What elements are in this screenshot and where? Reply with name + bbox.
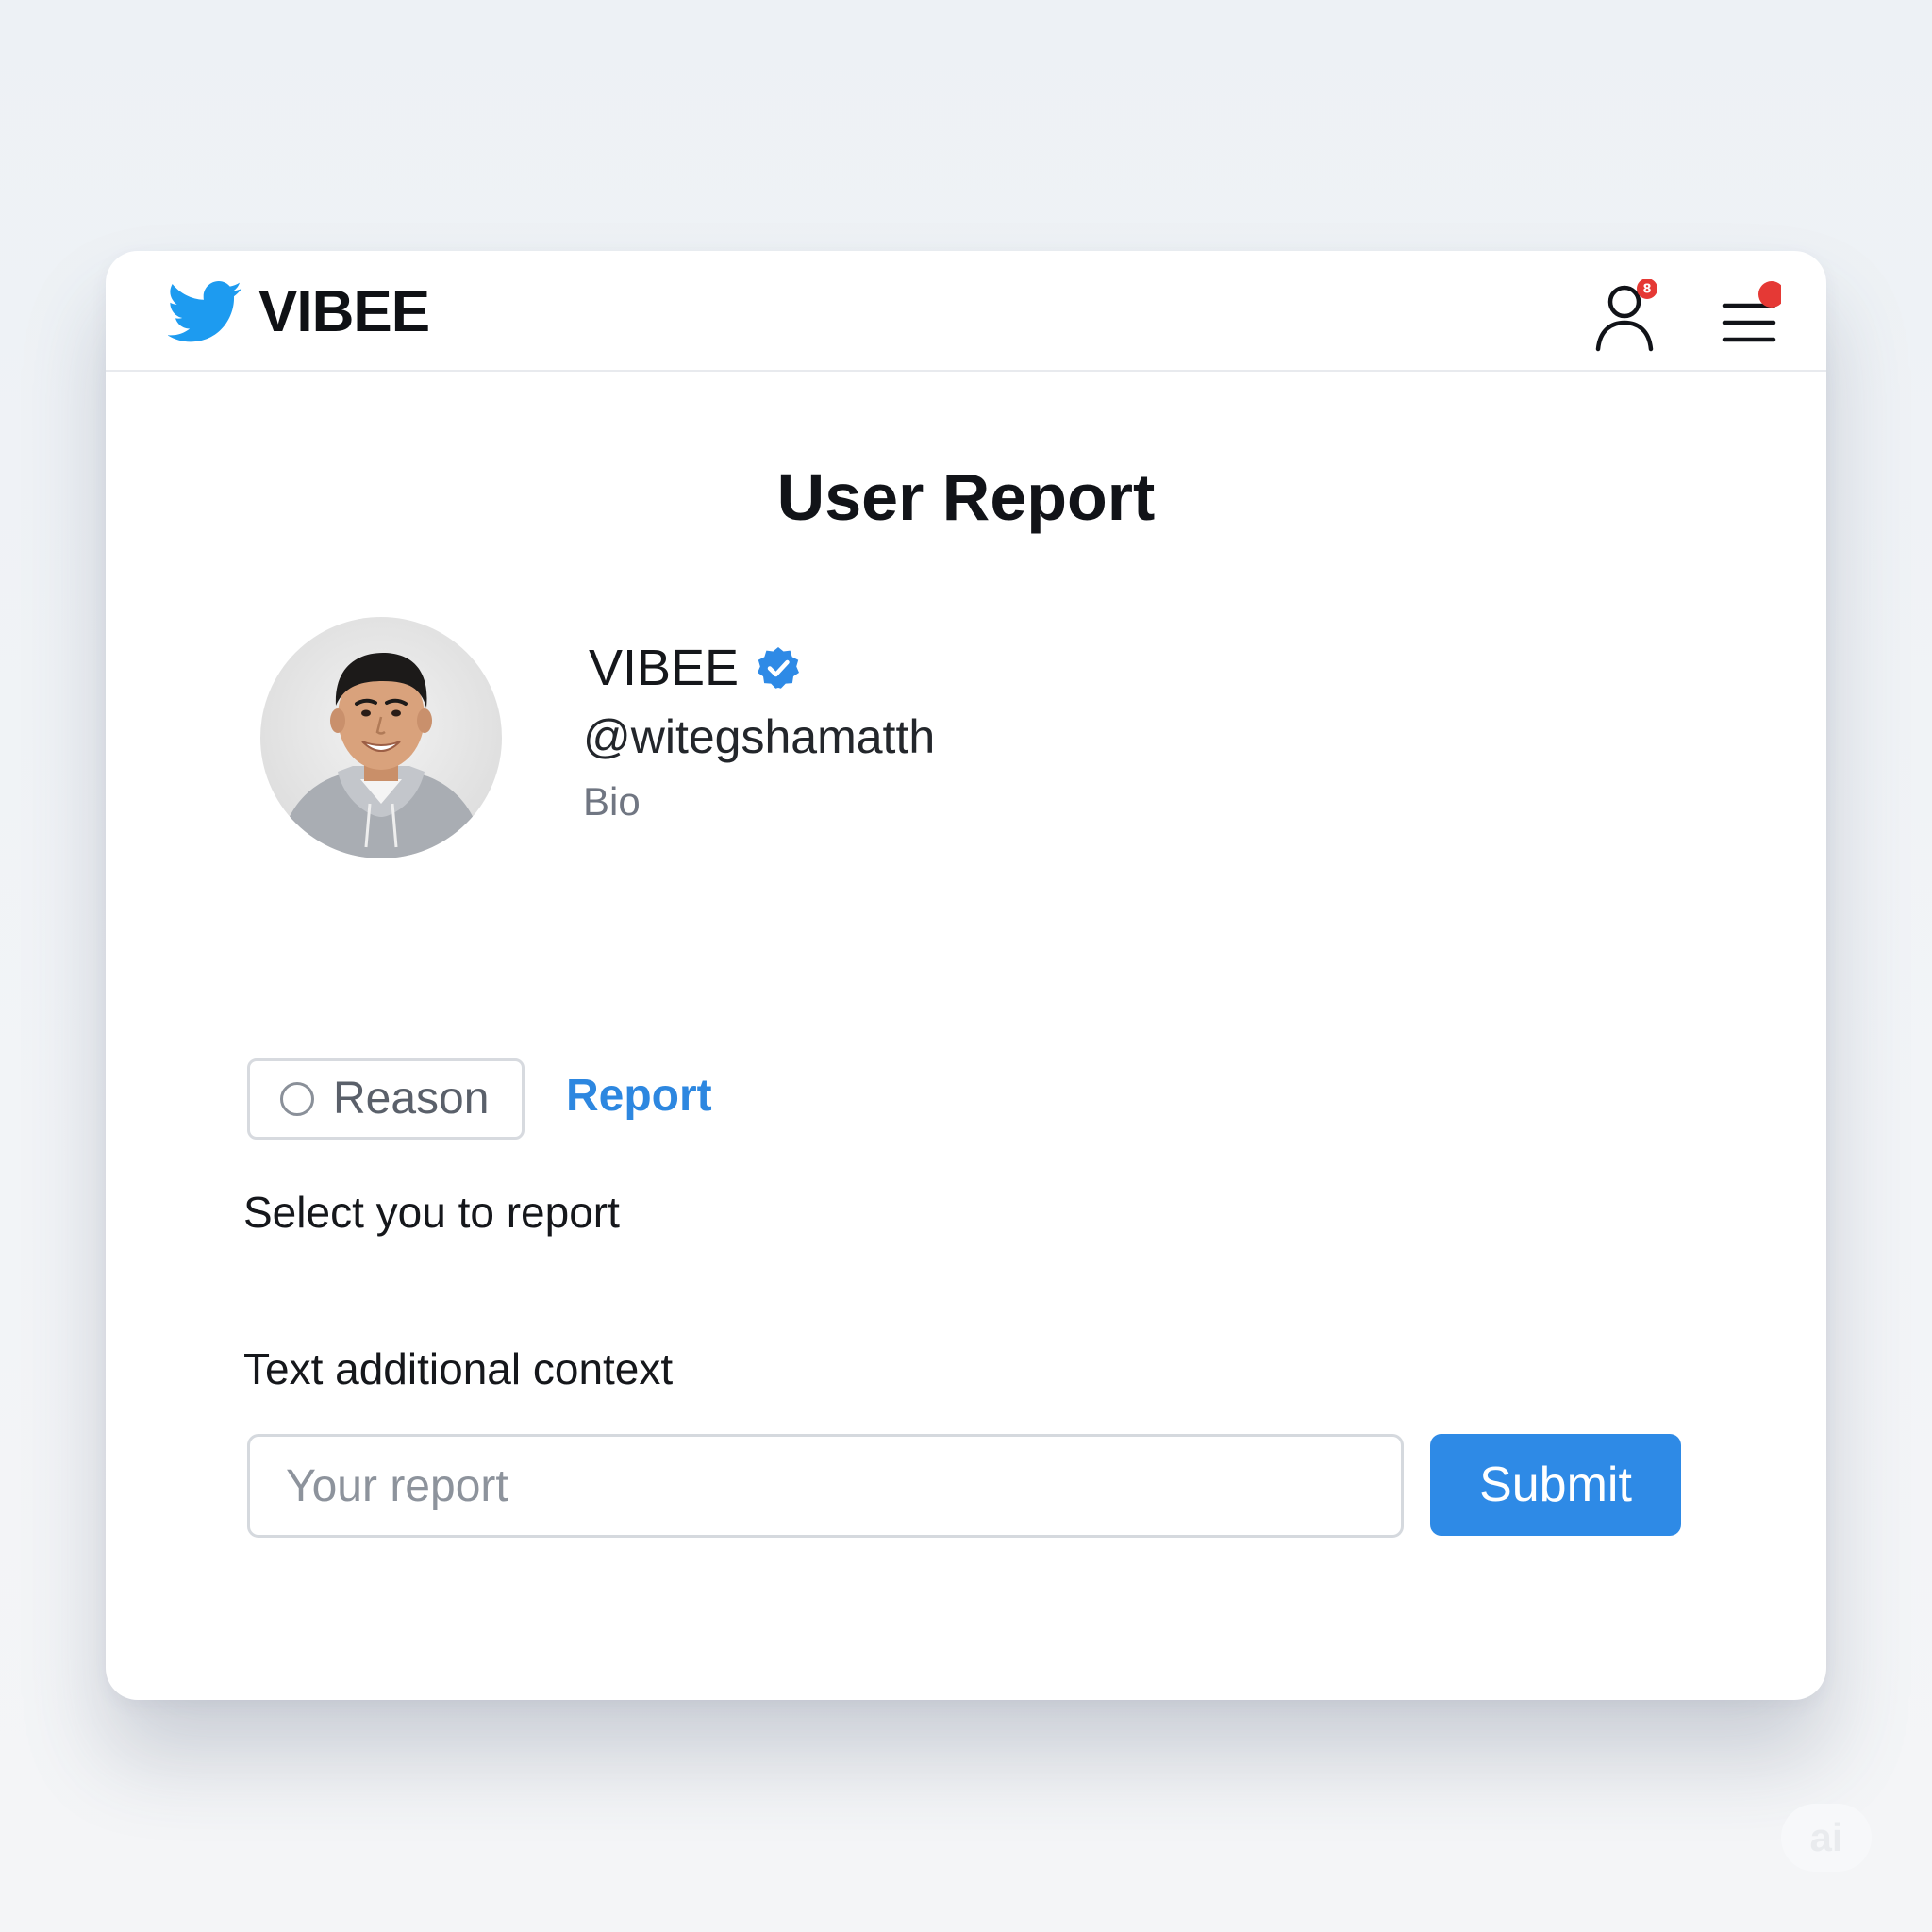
user-icon[interactable]: 8 xyxy=(1592,279,1677,355)
page-title: User Report xyxy=(776,460,1156,534)
profile-bio: Bio xyxy=(583,779,641,824)
report-link[interactable]: Report xyxy=(566,1068,712,1124)
submit-button[interactable]: Submit xyxy=(1430,1434,1681,1536)
hamburger-menu-icon[interactable] xyxy=(1706,274,1781,358)
radio-circle-icon[interactable] xyxy=(280,1082,314,1116)
profile-name: VIBEE xyxy=(589,638,801,698)
report-text-input[interactable] xyxy=(247,1434,1404,1538)
report-card: VIBEE 8 User Report VIBEE @witegshamatth… xyxy=(106,251,1826,1700)
verified-badge-icon xyxy=(758,647,800,689)
reason-label: Reason xyxy=(333,1074,490,1124)
profile-name-text: VIBEE xyxy=(589,640,740,696)
avatar[interactable] xyxy=(258,615,504,860)
brand-name[interactable]: VIBEE xyxy=(258,279,430,345)
profile-handle: @witegshamatth xyxy=(583,710,936,763)
notification-badge: 8 xyxy=(1637,279,1657,299)
reason-radio-option[interactable]: Reason xyxy=(247,1058,525,1140)
context-label: Text additional context xyxy=(243,1344,674,1393)
select-prompt: Select you to report xyxy=(243,1188,620,1237)
bird-logo-icon[interactable] xyxy=(168,281,243,343)
top-header: VIBEE 8 xyxy=(106,251,1826,372)
notification-count: 8 xyxy=(1642,283,1651,297)
watermark-badge: ai xyxy=(1781,1804,1872,1872)
